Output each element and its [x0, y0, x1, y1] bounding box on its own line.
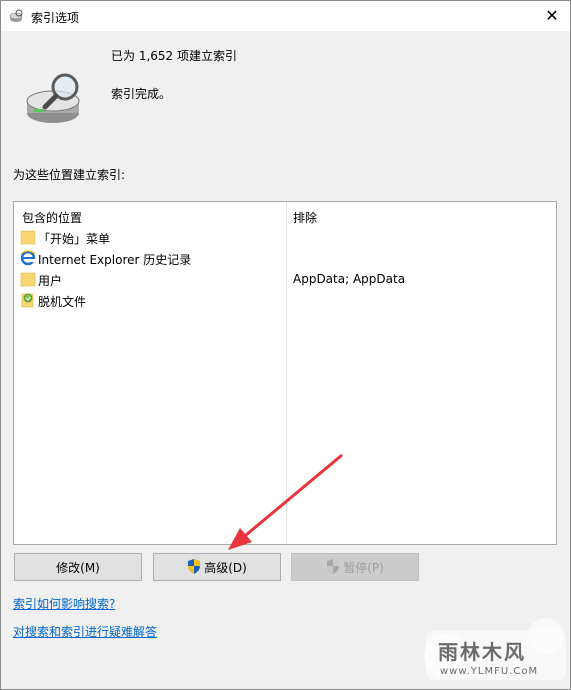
folder-icon [20, 272, 36, 287]
watermark-text: 雨林木风 [438, 640, 526, 664]
modify-button-label: 修改(M) [56, 561, 100, 575]
uac-shield-icon [188, 559, 201, 574]
advanced-button-label: 高级(D) [204, 561, 247, 575]
column-header-excluded[interactable]: 排除 [293, 209, 317, 226]
title-bar: 索引选项 ✕ [1, 1, 570, 31]
uac-shield-icon [327, 559, 340, 574]
location-exclude: AppData; AppData [293, 272, 406, 286]
advanced-button[interactable]: 高级(D) [153, 553, 281, 581]
location-name: 用户 [38, 274, 63, 288]
list-item[interactable]: Internet Explorer 历史记录 [14, 248, 556, 269]
list-item[interactable]: 脱机文件 [14, 290, 556, 311]
indexed-locations-list[interactable]: 包含的位置 排除 「开始」菜单 Internet Explorer 历史记录 用 [13, 201, 557, 545]
close-button[interactable]: ✕ [534, 1, 570, 31]
modify-button[interactable]: 修改(M) [14, 553, 142, 581]
site-watermark: 雨林木风 www.YLMFU.CoM [416, 616, 571, 690]
column-header-included[interactable]: 包含的位置 [22, 209, 82, 226]
location-name: 「开始」菜单 [38, 232, 111, 246]
location-name: Internet Explorer 历史记录 [38, 253, 192, 267]
offline-files-icon [21, 293, 34, 308]
pause-button[interactable]: 暂停(P) [291, 553, 419, 581]
watermark-url: www.YLMFU.CoM [440, 666, 539, 677]
locations-label: 为这些位置建立索引: [13, 168, 126, 182]
folder-icon [20, 230, 36, 245]
indexed-count: 已为 1,652 项建立索引 [111, 49, 237, 63]
troubleshoot-search-link[interactable]: 对搜索和索引进行疑难解答 [13, 623, 157, 640]
how-index-affects-search-link[interactable]: 索引如何影响搜索? [13, 595, 115, 612]
indexed-drive-icon [26, 73, 80, 123]
list-item[interactable]: 「开始」菜单 [14, 227, 556, 248]
pause-button-label: 暂停(P) [343, 561, 384, 575]
list-item[interactable]: 用户 AppData; AppData [14, 269, 556, 290]
index-status: 索引完成。 [111, 87, 172, 101]
window-title: 索引选项 [31, 11, 80, 25]
ie-icon [20, 250, 36, 266]
location-name: 脱机文件 [38, 295, 87, 309]
indexing-options-window: 索引选项 ✕ 已为 1,652 项建立索引 索引完成。 为这些位置建立索引: 包… [0, 0, 571, 690]
indexing-options-icon [9, 9, 23, 22]
